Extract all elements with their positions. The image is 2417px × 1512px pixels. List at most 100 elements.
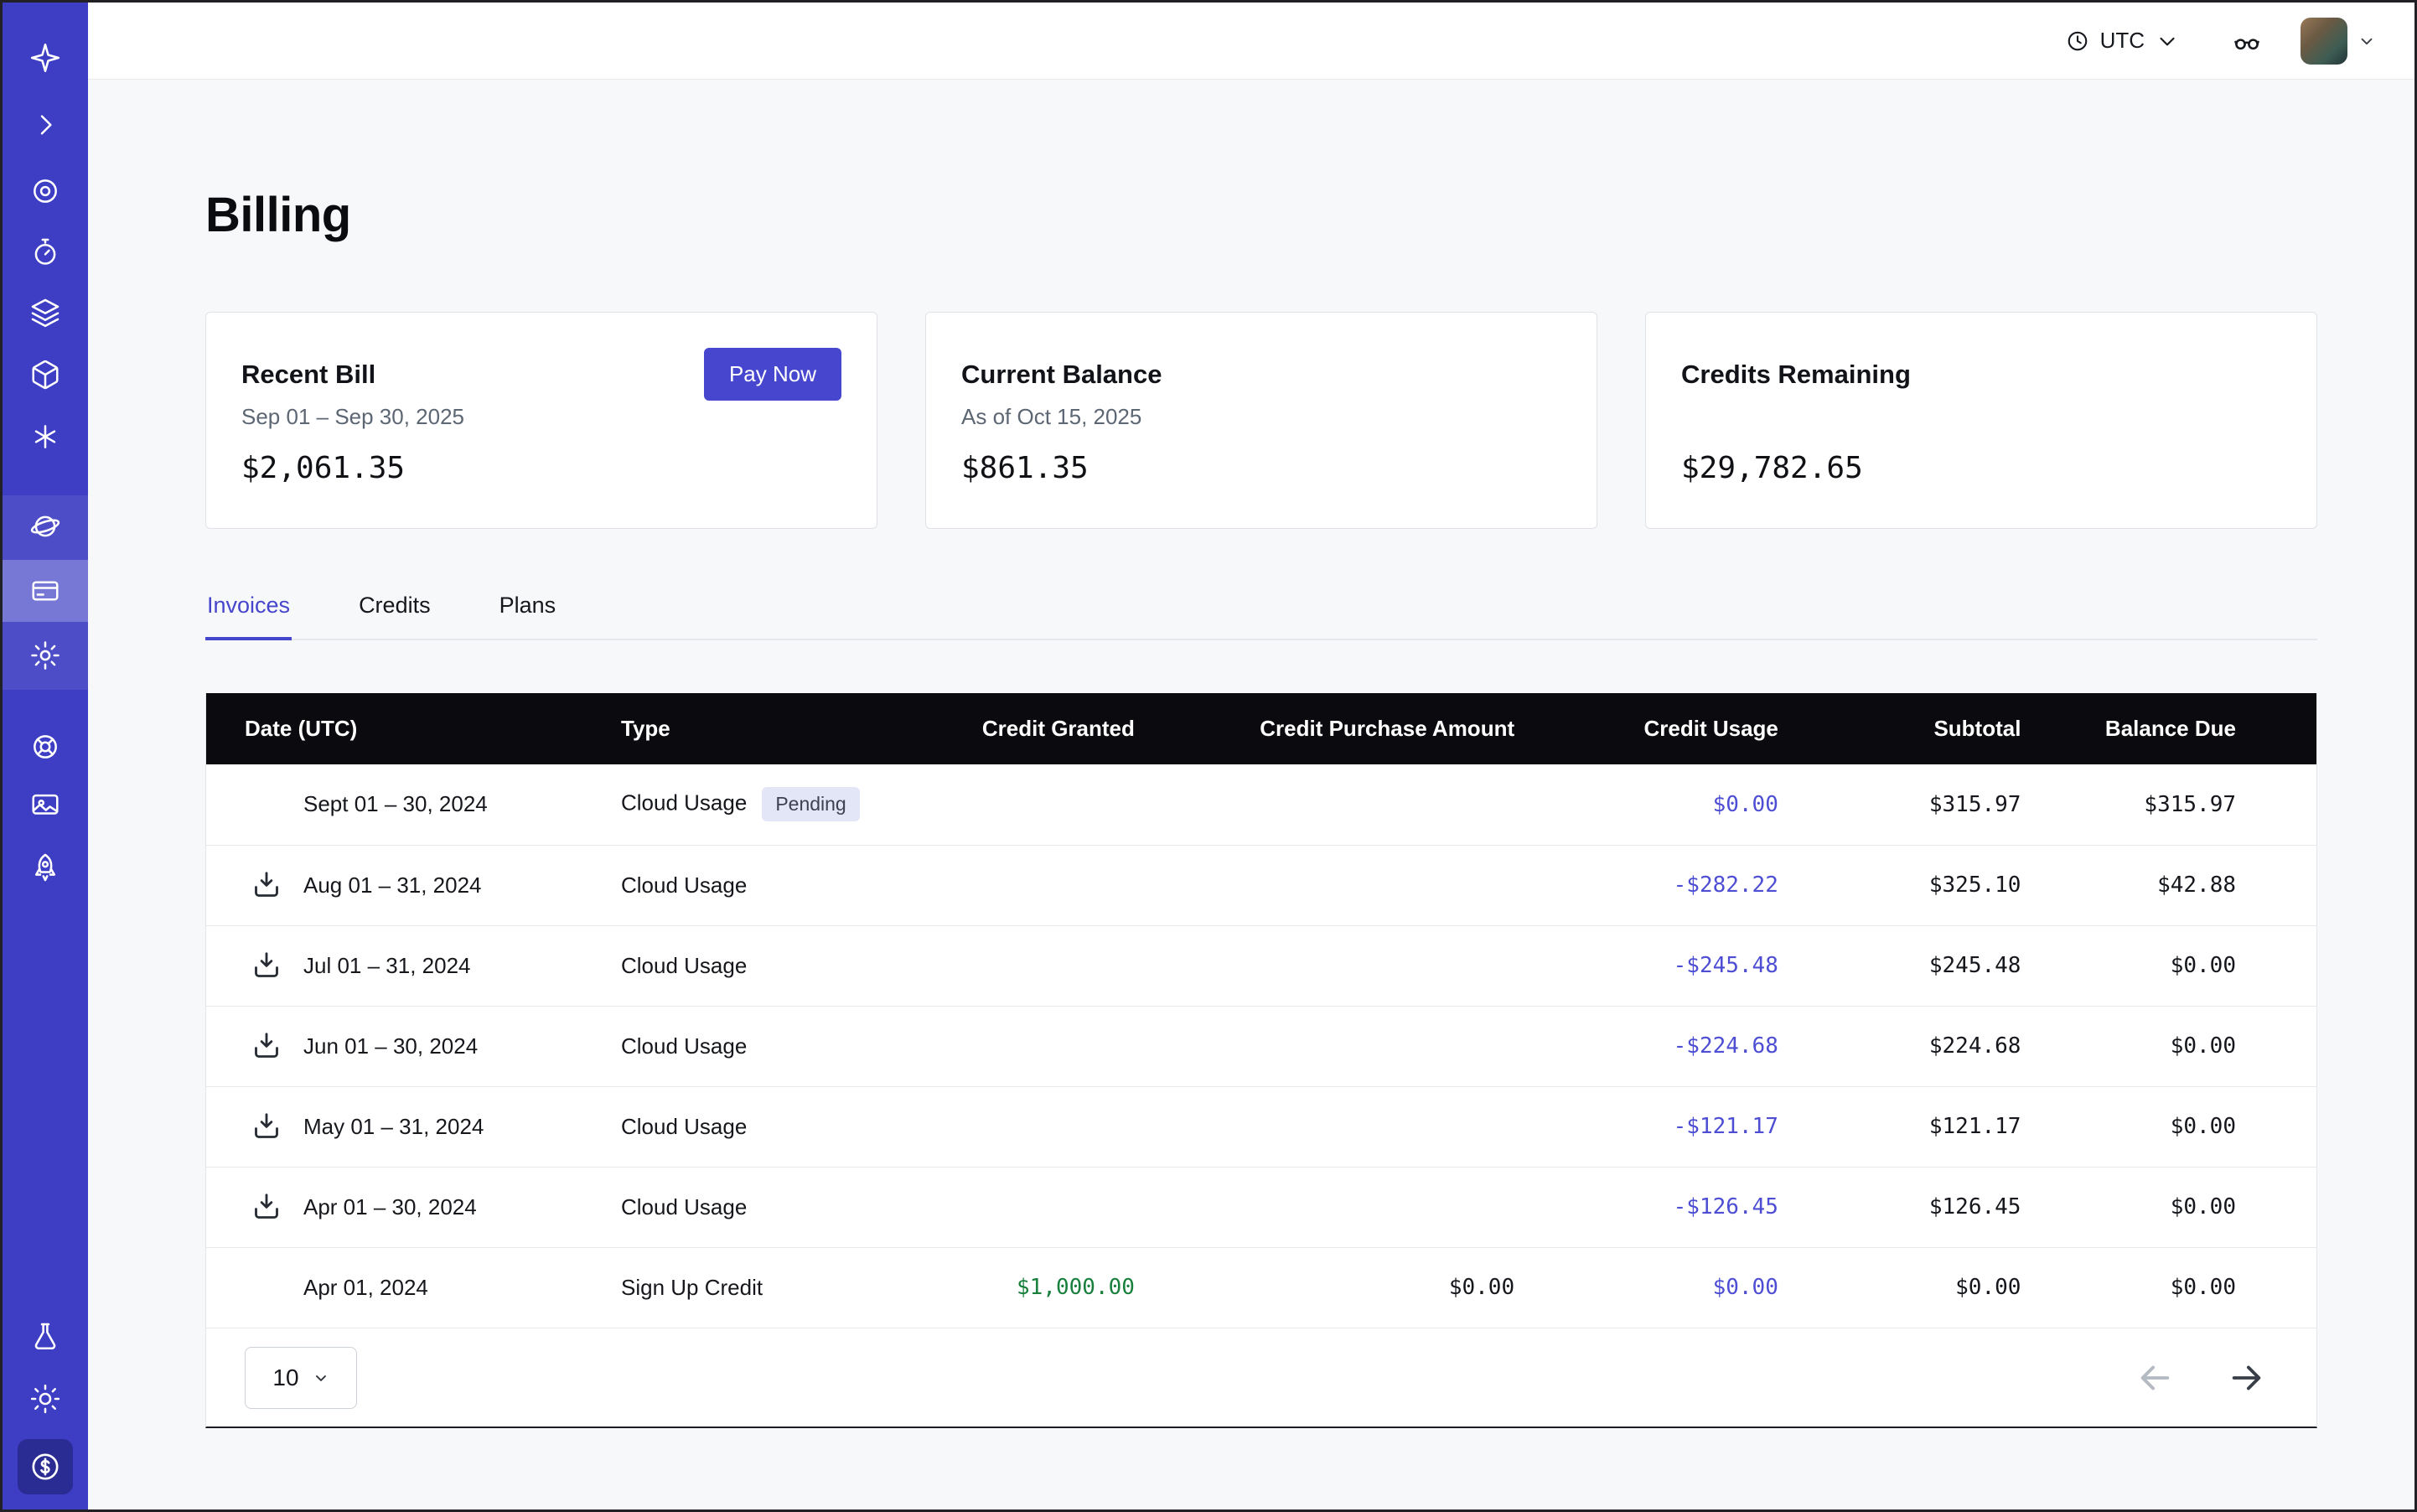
table-header-row: Date (UTC)TypeCredit GrantedCredit Purch… [206,693,2316,764]
timezone-label: UTC [2100,28,2145,54]
table-footer: 10 [206,1328,2316,1427]
logo-icon[interactable] [3,27,88,89]
column-header: Credit Granted [892,693,1135,764]
tab-invoices[interactable]: Invoices [205,593,292,640]
current-balance-amount: $861.35 [961,451,1561,485]
cell-credit-usage: -$224.68 [1514,1006,1778,1086]
download-invoice-button[interactable] [250,1029,283,1063]
chevron-down-icon [2155,28,2180,54]
card-title: Credits Remaining [1681,360,1911,390]
cell-subtotal: $126.45 [1778,1167,2021,1247]
sidebar-item-billing[interactable] [3,560,88,622]
download-invoice-button[interactable] [250,949,283,982]
cell-balance-due: $0.00 [2021,925,2316,1006]
cell-balance-due: $0.00 [2021,1006,2316,1086]
invoice-row: Aug 01 – 31, 2024Cloud Usage-$282.22$325… [206,845,2316,925]
column-header: Date (UTC) [206,693,618,764]
clock-icon [2065,28,2090,54]
cell-type: Cloud Usage [618,925,892,1006]
cell-credit-granted [892,925,1135,1006]
timezone-selector[interactable]: UTC [2065,28,2180,54]
cell-credit-purchase-amount: $0.00 [1135,1247,1514,1328]
rocket-icon[interactable] [3,836,88,898]
layers-icon[interactable] [3,282,88,344]
invoice-type: Cloud Usage [621,1194,747,1219]
card-title: Recent Bill [241,360,375,390]
summary-cards: Recent Bill Pay Now Sep 01 – Sep 30, 202… [205,312,2317,529]
user-avatar[interactable] [2301,18,2347,65]
cell-credit-granted [892,845,1135,925]
cell-type: Cloud Usage [618,1006,892,1086]
download-icon [250,1029,283,1063]
display-icon[interactable] [3,774,88,836]
cell-credit-usage: $0.00 [1514,1247,1778,1328]
credits-dollar-icon[interactable] [18,1439,73,1494]
user-menu[interactable] [2301,18,2376,65]
asterisk-icon[interactable] [3,406,88,468]
cell-date: Aug 01 – 31, 2024 [206,845,618,925]
tab-credits[interactable]: Credits [357,593,432,640]
package-icon[interactable] [3,344,88,406]
glasses-icon[interactable] [2232,26,2262,56]
credits-remaining-amount: $29,782.65 [1681,451,2281,485]
column-header: Credit Purchase Amount [1135,693,1514,764]
cell-credit-purchase-amount [1135,925,1514,1006]
timer-icon[interactable] [3,221,88,283]
cell-credit-usage: -$126.45 [1514,1167,1778,1247]
cell-date: May 01 – 31, 2024 [206,1086,618,1167]
lifebuoy-icon[interactable] [3,716,88,778]
cell-date: Sept 01 – 30, 2024 [206,764,618,845]
download-invoice-button[interactable] [250,1110,283,1143]
download-icon [250,1110,283,1143]
credits-remaining-card: Credits Remaining $29,782.65 [1645,312,2317,529]
next-page-button[interactable] [2228,1359,2266,1397]
sun-icon[interactable] [3,1368,88,1430]
download-icon [250,949,283,982]
invoice-date: Jul 01 – 31, 2024 [303,953,471,978]
cell-credit-usage: -$245.48 [1514,925,1778,1006]
cell-credit-purchase-amount [1135,764,1514,845]
card-title: Current Balance [961,360,1162,390]
invoice-date: May 01 – 31, 2024 [303,1114,484,1139]
globe-icon[interactable] [3,495,88,557]
cell-subtotal: $315.97 [1778,764,2021,845]
invoice-date: Jun 01 – 30, 2024 [303,1033,478,1059]
cell-date: Jul 01 – 31, 2024 [206,925,618,1006]
cell-credit-usage: -$121.17 [1514,1086,1778,1167]
target-icon[interactable] [3,160,88,222]
invoice-date: Apr 01 – 30, 2024 [303,1194,477,1219]
column-header: Balance Due [2021,693,2316,764]
invoice-row: Jul 01 – 31, 2024Cloud Usage-$245.48$245… [206,925,2316,1006]
page-title: Billing [205,187,2317,243]
cell-credit-purchase-amount [1135,1086,1514,1167]
app-window: UTC Billing Recent Bill Pay Now Sep 01 –… [0,0,2417,1512]
flask-icon[interactable] [3,1306,88,1368]
cell-credit-purchase-amount [1135,1167,1514,1247]
page-size-select[interactable]: 10 [245,1347,357,1409]
cell-type: Cloud Usage [618,845,892,925]
sidebar [3,3,88,1509]
recent-bill-card: Recent Bill Pay Now Sep 01 – Sep 30, 202… [205,312,877,529]
cell-credit-purchase-amount [1135,845,1514,925]
invoice-type: Cloud Usage [621,873,747,898]
tab-plans[interactable]: Plans [498,593,558,640]
invoice-type: Cloud Usage [621,1114,747,1139]
top-bar: UTC [88,3,2414,80]
sidebar-billing-group [3,495,88,690]
settings-gear-icon[interactable] [3,624,88,686]
invoice-type: Cloud Usage [621,953,747,978]
page-size-value: 10 [272,1364,298,1391]
column-header: Type [618,693,892,764]
status-badge: Pending [762,787,859,821]
previous-page-button[interactable] [2135,1359,2174,1397]
cell-type: Cloud Usage [618,1086,892,1167]
cell-subtotal: $0.00 [1778,1247,2021,1328]
chevron-expand-icon[interactable] [3,94,88,156]
cell-credit-granted [892,764,1135,845]
card-subtitle: Sep 01 – Sep 30, 2025 [241,404,841,432]
download-invoice-button[interactable] [250,868,283,902]
cell-balance-due: $0.00 [2021,1086,2316,1167]
invoice-row: Jun 01 – 30, 2024Cloud Usage-$224.68$224… [206,1006,2316,1086]
pay-now-button[interactable]: Pay Now [704,348,841,401]
download-invoice-button[interactable] [250,1190,283,1224]
